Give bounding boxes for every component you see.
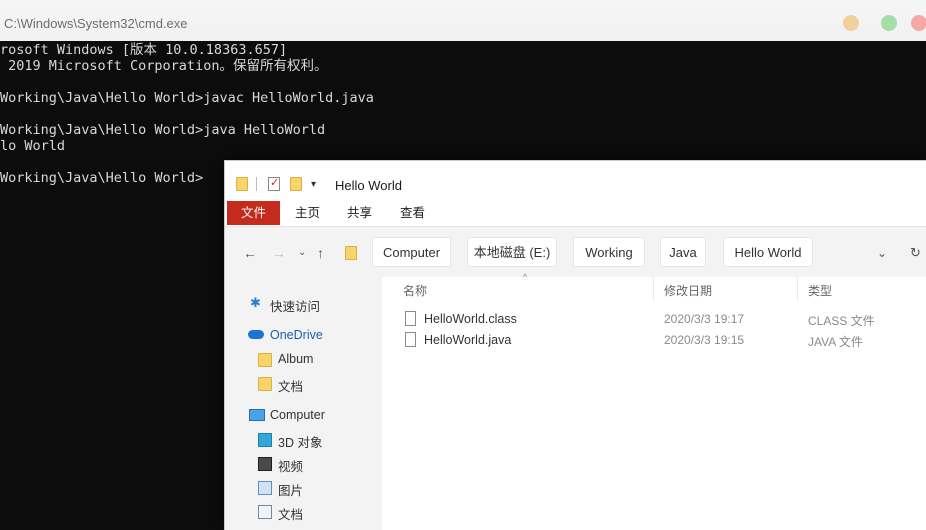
tab-file[interactable]: 文件 [227, 201, 280, 225]
file-list: ^ 名称 修改日期 类型 HelloWorld.class 2020/3/3 1… [383, 272, 926, 530]
sidebar-item-album[interactable]: Album [278, 352, 313, 366]
breadcrumb-computer[interactable]: Computer [372, 237, 451, 267]
file-row[interactable]: HelloWorld.class 2020/3/3 19:17 CLASS 文件 [383, 310, 926, 330]
video-icon [258, 457, 272, 471]
minimize-button[interactable] [843, 15, 859, 31]
column-header-name[interactable]: 名称 [403, 282, 427, 299]
back-arrow-icon[interactable]: ← [243, 245, 257, 261]
explorer-window-title: Hello World [335, 178, 402, 193]
folder-icon [236, 177, 248, 191]
file-type: JAVA 文件 [808, 335, 863, 349]
cloud-icon [248, 330, 264, 339]
properties-icon[interactable] [268, 176, 280, 191]
file-icon [405, 311, 416, 326]
up-arrow-icon[interactable]: ↑ [317, 245, 324, 261]
document-icon [258, 505, 272, 519]
console-line: Working\Java\Hello World>javac HelloWorl… [0, 90, 374, 106]
sort-ascending-caret-icon: ^ [523, 272, 528, 282]
customize-quick-access-icon[interactable]: ▾ [311, 179, 316, 190]
recent-locations-chevron-icon[interactable]: ⌄ [298, 247, 306, 258]
folder-icon [258, 377, 272, 391]
explorer-titlebar[interactable]: ▾ Hello World [225, 161, 926, 199]
tab-view[interactable]: 查看 [400, 201, 425, 225]
file-explorer-window[interactable]: ▾ Hello World 文件 主页 共享 查看 ← → ⌄ ↑ Comput… [224, 160, 926, 530]
new-folder-icon[interactable] [290, 177, 302, 191]
maximize-button[interactable] [881, 15, 897, 31]
computer-icon [249, 409, 265, 421]
column-header-modified[interactable]: 修改日期 [664, 282, 712, 299]
sidebar-item-computer[interactable]: Computer [270, 408, 325, 422]
console-line: Working\Java\Hello World>java HelloWorld [0, 122, 326, 138]
cube-3d-icon [258, 433, 272, 447]
sidebar-item-3d-objects[interactable]: 3D 对象 [278, 432, 322, 451]
address-bar: ← → ⌄ ↑ Computer 本地磁盘 (E:) Working Java … [225, 227, 926, 277]
sidebar-item-documents-onedrive[interactable]: 文档 [278, 376, 303, 395]
breadcrumb-hello-world[interactable]: Hello World [723, 237, 813, 267]
column-header-type[interactable]: 类型 [808, 282, 832, 299]
column-divider[interactable] [797, 277, 798, 301]
sidebar-item-documents[interactable]: 文档 [278, 504, 303, 523]
column-divider[interactable] [653, 277, 654, 301]
file-modified: 2020/3/3 19:15 [664, 333, 745, 347]
sidebar-item-videos[interactable]: 视频 [278, 456, 303, 475]
console-prompt: Working\Java\Hello World> [0, 170, 204, 186]
ribbon-tabs: 文件 主页 共享 查看 [225, 201, 926, 227]
sidebar-item-onedrive[interactable]: OneDrive [270, 328, 323, 342]
breadcrumb-local-disk[interactable]: 本地磁盘 (E:) [467, 237, 557, 267]
file-name: HelloWorld.java [424, 333, 512, 347]
close-button[interactable] [911, 15, 926, 31]
sidebar-item-pictures[interactable]: 图片 [278, 480, 303, 499]
navigation-pane: ✱ 快速访问 OneDrive Album 文档 Computer 3D 对象 … [225, 277, 382, 530]
file-modified: 2020/3/3 19:17 [664, 312, 745, 326]
refresh-icon[interactable]: ↻ [910, 245, 921, 261]
tab-home[interactable]: 主页 [295, 201, 320, 225]
console-line: lo World [0, 138, 66, 154]
console-line: rosoft Windows [版本 10.0.18363.657] [0, 42, 288, 58]
star-icon: ✱ [250, 295, 261, 310]
console-line: 2019 Microsoft Corporation。保留所有权利。 [0, 58, 328, 74]
cmd-window-title: C:\Windows\System32\cmd.exe [4, 16, 188, 31]
tab-share[interactable]: 共享 [347, 201, 372, 225]
separator [256, 177, 257, 191]
address-dropdown-chevron-icon[interactable]: ⌄ [877, 246, 887, 260]
file-row[interactable]: HelloWorld.java 2020/3/3 19:15 JAVA 文件 [383, 331, 926, 351]
forward-arrow-icon[interactable]: → [272, 245, 286, 261]
folder-icon [345, 246, 357, 260]
cmd-titlebar[interactable]: C:\Windows\System32\cmd.exe [0, 0, 926, 42]
folder-icon [258, 353, 272, 367]
breadcrumb-java[interactable]: Java [660, 237, 706, 267]
breadcrumb-working[interactable]: Working [573, 237, 645, 267]
sidebar-item-quick-access[interactable]: 快速访问 [270, 296, 320, 315]
file-icon [405, 332, 416, 347]
pictures-icon [258, 481, 272, 495]
file-name: HelloWorld.class [424, 312, 517, 326]
file-type: CLASS 文件 [808, 314, 875, 328]
